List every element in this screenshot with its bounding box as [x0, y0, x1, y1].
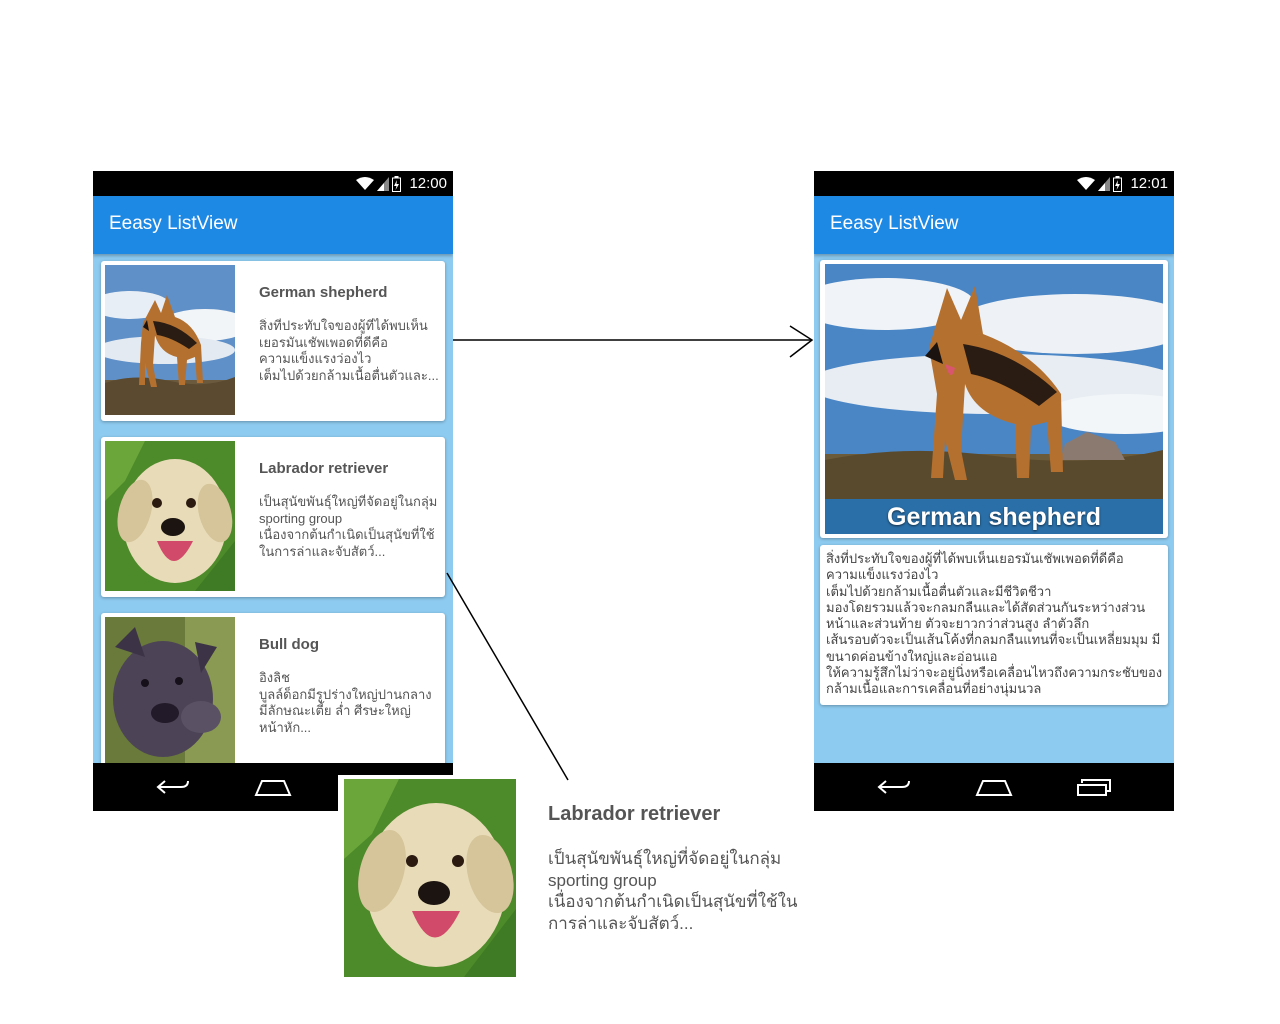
recents-icon[interactable] — [1076, 777, 1112, 797]
app-bar: Eeasy ListView — [93, 196, 453, 254]
battery-icon — [1113, 175, 1122, 192]
detail-hero-card: German shepherd — [820, 260, 1168, 538]
labrador-thumbnail — [105, 441, 235, 591]
detail-description-card: สิ่งที่ประทับใจของผู้ที่ได้พบเห็นเยอรมัน… — [820, 545, 1168, 705]
home-icon[interactable] — [254, 777, 292, 797]
item-description: อิงลิช บูลล์ด็อกมีรูปร่างใหญ่ปานกลาง มีล… — [259, 670, 432, 735]
wifi-icon — [356, 176, 374, 190]
detail-description: สิ่งที่ประทับใจของผู้ที่ได้พบเห็นเยอรมัน… — [826, 551, 1163, 697]
item-description: เป็นสุนัขพันธุ์ใหญ่ที่จัดอยู่ในกลุ่ม spo… — [259, 494, 438, 559]
hero-title: German shepherd — [887, 503, 1101, 531]
bull-dog-thumbnail — [105, 617, 235, 767]
list-item-german-shepherd[interactable]: German shepherd สิ่งที่ประทับใจของผู้ที่… — [101, 261, 445, 421]
item-name: German shepherd — [259, 284, 388, 301]
zoomed-item-description: เป็นสุนัขพันธุ์ใหญ่ที่จัดอยู่ในกลุ่ม spo… — [548, 849, 798, 933]
zoomed-item-name: Labrador retriever — [548, 803, 721, 825]
status-clock: 12:01 — [1130, 175, 1168, 192]
navigation-bar — [814, 763, 1174, 811]
item-description: สิ่งที่ประทับใจของผู้ที่ได้พบเห็นเยอรมัน… — [259, 318, 439, 383]
status-bar: 12:00 — [93, 171, 453, 196]
item-name: Labrador retriever — [259, 460, 389, 477]
german-shepherd-thumbnail — [105, 265, 235, 415]
zoom-line — [446, 572, 569, 781]
app-title: Eeasy ListView — [830, 213, 959, 234]
arrow-head — [789, 325, 814, 358]
left-phone-screen: 12:00 Eeasy ListView German shepherd สิ่… — [93, 171, 453, 811]
german-shepherd-photo — [825, 264, 1163, 534]
right-phone-screen: 12:01 Eeasy ListView German shepherd สิ่… — [814, 171, 1174, 811]
battery-icon — [392, 175, 401, 192]
item-name: Bull dog — [259, 636, 319, 653]
zoomed-labrador-thumbnail — [338, 775, 522, 985]
app-title: Eeasy ListView — [109, 213, 238, 234]
home-icon[interactable] — [975, 777, 1013, 797]
wifi-icon — [1077, 176, 1095, 190]
signal-icon — [377, 176, 389, 191]
status-bar: 12:01 — [814, 171, 1174, 196]
status-clock: 12:00 — [409, 175, 447, 192]
signal-icon — [1098, 176, 1110, 191]
list-item-bull-dog[interactable]: Bull dog อิงลิช บูลล์ด็อกมีรูปร่างใหญ่ปา… — [101, 613, 445, 773]
back-icon[interactable] — [876, 777, 912, 797]
app-bar: Eeasy ListView — [814, 196, 1174, 254]
back-icon[interactable] — [155, 777, 191, 797]
list-item-labrador-retriever[interactable]: Labrador retriever เป็นสุนัขพันธุ์ใหญ่ที… — [101, 437, 445, 597]
